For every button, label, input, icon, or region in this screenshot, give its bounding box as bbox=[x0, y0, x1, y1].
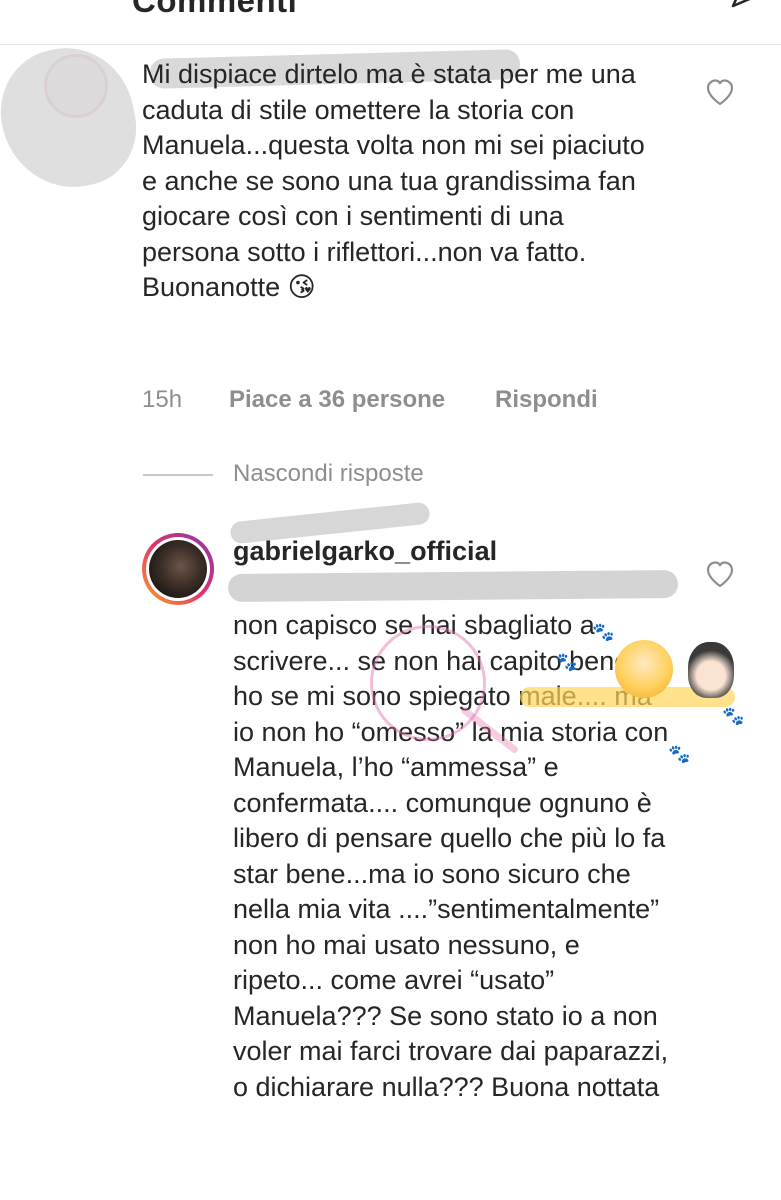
divider-line bbox=[143, 474, 213, 476]
send-icon[interactable] bbox=[729, 0, 763, 12]
redaction-scribble bbox=[0, 35, 148, 201]
hide-replies-button[interactable]: Nascondi risposte bbox=[233, 460, 424, 488]
comment-text: Mi dispiace dirtelo ma è stata per me un… bbox=[142, 59, 645, 302]
heart-icon[interactable] bbox=[705, 78, 735, 106]
cartoon-girl-sticker bbox=[615, 640, 673, 698]
reply-text: non capisco se hai sbagliato a scrivere.… bbox=[233, 610, 669, 1102]
paw-icon: 🐾 bbox=[555, 652, 578, 672]
reply-username[interactable]: gabrielgarko_official bbox=[233, 536, 497, 567]
comment-likes[interactable]: Piace a 36 persone bbox=[229, 386, 445, 414]
back-arrow-icon[interactable] bbox=[20, 0, 56, 8]
redaction-scribble bbox=[227, 570, 679, 602]
avatar-ring bbox=[146, 537, 210, 601]
reply-button[interactable]: Rispondi bbox=[495, 386, 598, 414]
page-title: Commenti bbox=[132, 0, 298, 19]
reply-avatar[interactable] bbox=[142, 533, 214, 605]
comment-time: 15h bbox=[142, 386, 183, 413]
heart-icon[interactable] bbox=[705, 560, 735, 588]
avatar-photo bbox=[149, 540, 207, 598]
paw-icon: 🐾 bbox=[592, 622, 615, 642]
paw-icon: 🐾 bbox=[668, 744, 691, 764]
cartoon-girl-sticker bbox=[688, 642, 734, 698]
top-bar: Commenti bbox=[0, 0, 781, 45]
paw-icon: 🐾 bbox=[722, 706, 745, 726]
